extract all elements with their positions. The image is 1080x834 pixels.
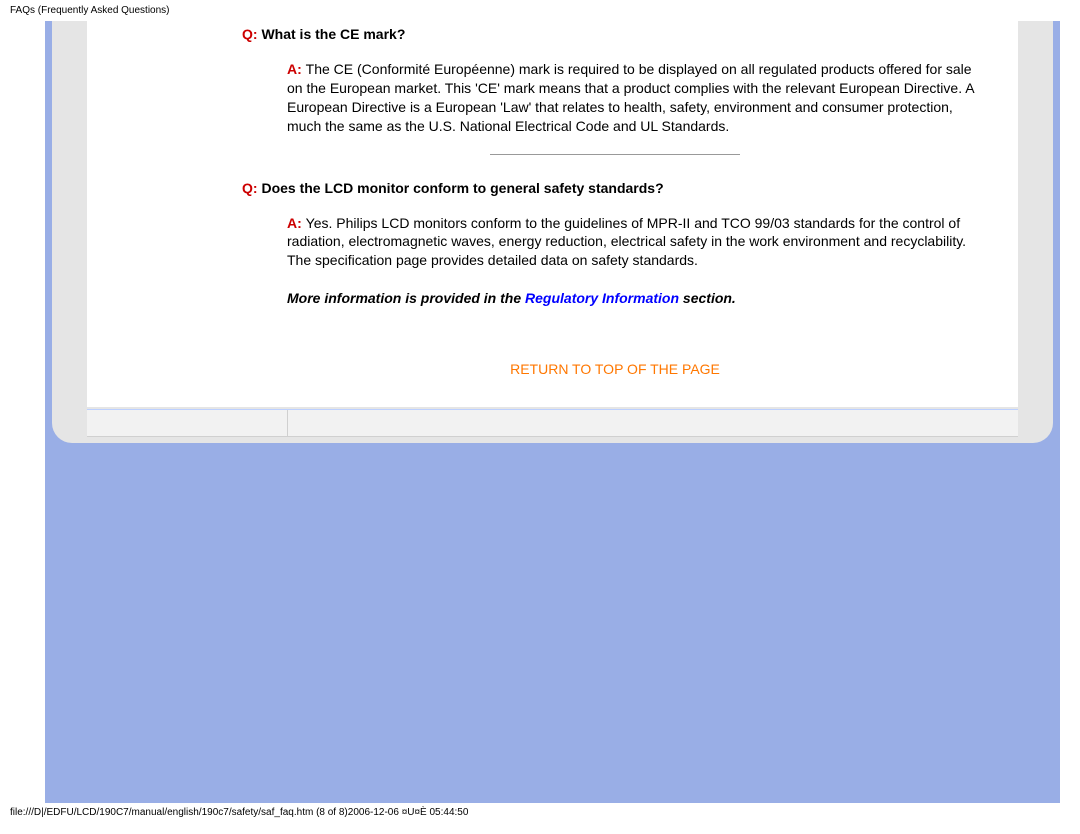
content-area: Q: What is the CE mark? A: The CE (Confo… <box>87 21 1018 407</box>
outer-frame: Q: What is the CE mark? A: The CE (Confo… <box>45 21 1060 803</box>
bar-divider <box>287 410 288 436</box>
more-info-line: More information is provided in the Regu… <box>287 290 988 306</box>
more-info-after: section. <box>679 290 736 306</box>
regulatory-link[interactable]: Regulatory Information <box>525 290 679 306</box>
q-prefix: Q: <box>242 180 261 196</box>
a-prefix: A: <box>287 215 306 231</box>
a-prefix: A: <box>287 61 306 77</box>
answer-text: Yes. Philips LCD monitors conform to the… <box>287 215 966 269</box>
bottom-bar <box>87 409 1018 437</box>
q-prefix: Q: <box>242 26 261 42</box>
question-text: What is the CE mark? <box>261 26 405 42</box>
answer-block: A: Yes. Philips LCD monitors conform to … <box>287 214 978 271</box>
grey-container: Q: What is the CE mark? A: The CE (Confo… <box>52 21 1053 443</box>
faq-item-2: Q: Does the LCD monitor conform to gener… <box>242 180 988 271</box>
faq-item-1: Q: What is the CE mark? A: The CE (Confo… <box>242 26 988 136</box>
footer-path: file:///D|/EDFU/LCD/190C7/manual/english… <box>0 803 1080 822</box>
question-text: Does the LCD monitor conform to general … <box>261 180 663 196</box>
more-info-before: More information is provided in the <box>287 290 525 306</box>
answer-text: The CE (Conformité Européenne) mark is r… <box>287 61 974 134</box>
page-header: FAQs (Frequently Asked Questions) <box>0 0 1080 21</box>
separator <box>490 154 740 155</box>
answer-block: A: The CE (Conformité Européenne) mark i… <box>287 60 978 136</box>
return-to-top-link[interactable]: RETURN TO TOP OF THE PAGE <box>242 361 988 377</box>
